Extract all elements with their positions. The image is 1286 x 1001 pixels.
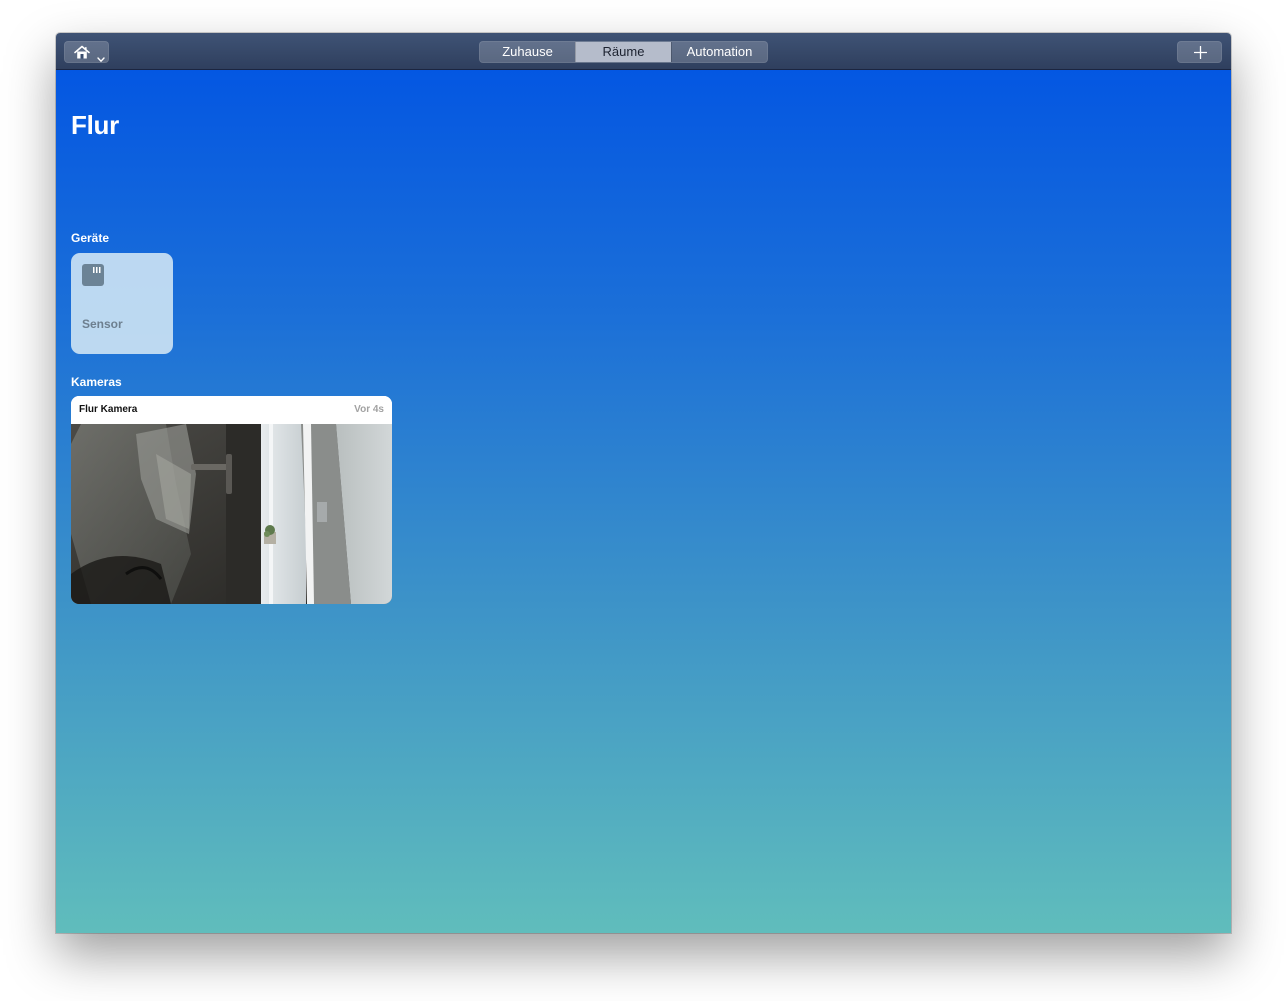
- toolbar: Zuhause Räume Automation: [56, 33, 1231, 70]
- devices-section-label: Geräte: [71, 231, 110, 245]
- camera-card[interactable]: Flur Kamera Vor 4s: [71, 396, 392, 604]
- view-switcher: Zuhause Räume Automation: [479, 41, 768, 63]
- sensor-icon: [82, 264, 104, 291]
- tab-zuhause[interactable]: Zuhause: [480, 42, 575, 62]
- camera-timestamp: Vor 4s: [354, 404, 384, 415]
- home-menu-button[interactable]: [64, 41, 109, 63]
- tab-raeume[interactable]: Räume: [575, 42, 671, 62]
- device-name: Sensor: [82, 317, 123, 331]
- camera-name: Flur Kamera: [79, 404, 138, 415]
- chevron-down-icon: [97, 50, 105, 68]
- page-title: Flur: [71, 110, 119, 140]
- house-icon: [74, 45, 90, 65]
- room-view: Flur Geräte Sensor Kameras Flur Kamera V…: [56, 70, 1231, 933]
- add-button[interactable]: [1177, 41, 1222, 63]
- tab-automation[interactable]: Automation: [671, 42, 767, 62]
- cameras-section-label: Kameras: [71, 375, 122, 389]
- camera-header: Flur Kamera Vor 4s: [71, 396, 392, 424]
- device-tile-sensor[interactable]: Sensor: [71, 253, 173, 354]
- app-window: Zuhause Räume Automation Flur Geräte Sen…: [56, 33, 1231, 933]
- camera-snapshot[interactable]: [71, 424, 392, 604]
